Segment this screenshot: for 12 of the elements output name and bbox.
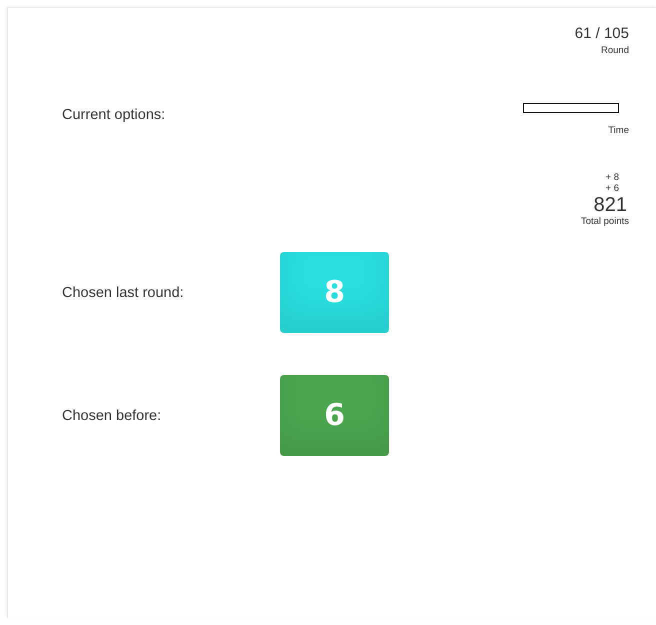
history-label: Chosen last round: bbox=[62, 284, 185, 300]
number-tile: 8 bbox=[280, 252, 389, 333]
time-label: Time bbox=[608, 125, 629, 136]
number-tile: 6 bbox=[280, 375, 389, 456]
history-label: Chosen before: bbox=[62, 408, 162, 424]
total-points: 821 bbox=[594, 194, 628, 216]
points-gain: + 6 bbox=[606, 183, 620, 194]
current-options-label: Current options: bbox=[62, 107, 166, 123]
points-gain: + 8 bbox=[606, 172, 620, 183]
round-counter: 61 / 105 bbox=[574, 25, 629, 42]
total-points-label: Total points bbox=[580, 216, 629, 227]
round-label: Round bbox=[601, 45, 629, 56]
